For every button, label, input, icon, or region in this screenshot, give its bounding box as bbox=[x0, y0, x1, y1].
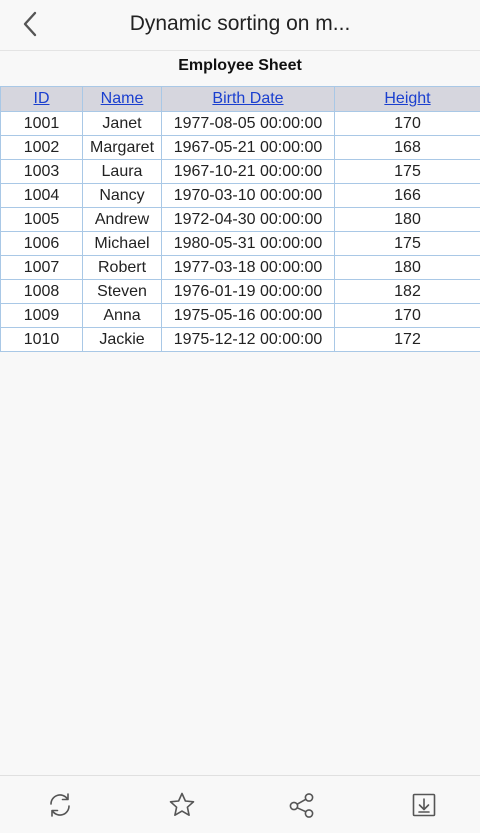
cell-birth-date: 1976-01-19 00:00:00 bbox=[162, 280, 335, 304]
favorite-button[interactable] bbox=[167, 790, 197, 820]
cell-height: 182 bbox=[335, 280, 480, 304]
employee-table: ID Name Birth Date Height 1001 Janet 197… bbox=[0, 86, 480, 352]
cell-name: Andrew bbox=[83, 208, 162, 232]
cell-birth-date: 1980-05-31 00:00:00 bbox=[162, 232, 335, 256]
cell-height: 172 bbox=[335, 328, 480, 352]
cell-birth-date: 1977-03-18 00:00:00 bbox=[162, 256, 335, 280]
table-header-row: ID Name Birth Date Height bbox=[1, 87, 480, 112]
cell-name: Margaret bbox=[83, 136, 162, 160]
cell-height: 175 bbox=[335, 232, 480, 256]
cell-height: 168 bbox=[335, 136, 480, 160]
cell-name: Anna bbox=[83, 304, 162, 328]
table-row: 1008 Steven 1976-01-19 00:00:00 182 bbox=[1, 280, 480, 304]
column-header-name: Name bbox=[83, 87, 162, 112]
sort-height-link[interactable]: Height bbox=[384, 90, 430, 107]
table-row: 1004 Nancy 1970-03-10 00:00:00 166 bbox=[1, 184, 480, 208]
download-icon bbox=[410, 791, 438, 819]
table-row: 1006 Michael 1980-05-31 00:00:00 175 bbox=[1, 232, 480, 256]
cell-name: Janet bbox=[83, 112, 162, 136]
refresh-icon bbox=[46, 791, 74, 819]
cell-name: Steven bbox=[83, 280, 162, 304]
cell-id: 1010 bbox=[1, 328, 83, 352]
cell-id: 1003 bbox=[1, 160, 83, 184]
column-header-id: ID bbox=[1, 87, 83, 112]
bottom-toolbar bbox=[0, 775, 480, 833]
cell-height: 175 bbox=[335, 160, 480, 184]
cell-id: 1006 bbox=[1, 232, 83, 256]
cell-height: 180 bbox=[335, 208, 480, 232]
cell-birth-date: 1977-08-05 00:00:00 bbox=[162, 112, 335, 136]
cell-birth-date: 1975-12-12 00:00:00 bbox=[162, 328, 335, 352]
cell-id: 1008 bbox=[1, 280, 83, 304]
share-icon bbox=[288, 791, 316, 819]
cell-height: 180 bbox=[335, 256, 480, 280]
cell-id: 1009 bbox=[1, 304, 83, 328]
chevron-left-icon bbox=[22, 11, 38, 37]
cell-height: 170 bbox=[335, 304, 480, 328]
table-row: 1002 Margaret 1967-05-21 00:00:00 168 bbox=[1, 136, 480, 160]
table-row: 1003 Laura 1967-10-21 00:00:00 175 bbox=[1, 160, 480, 184]
nav-bar: Dynamic sorting on m... bbox=[0, 0, 480, 51]
cell-name: Michael bbox=[83, 232, 162, 256]
cell-name: Nancy bbox=[83, 184, 162, 208]
table-row: 1001 Janet 1977-08-05 00:00:00 170 bbox=[1, 112, 480, 136]
cell-id: 1005 bbox=[1, 208, 83, 232]
cell-id: 1004 bbox=[1, 184, 83, 208]
sort-name-link[interactable]: Name bbox=[101, 90, 144, 107]
cell-name: Jackie bbox=[83, 328, 162, 352]
back-button[interactable] bbox=[14, 8, 46, 40]
star-icon bbox=[168, 791, 196, 819]
column-header-height: Height bbox=[335, 87, 480, 112]
table-row: 1010 Jackie 1975-12-12 00:00:00 172 bbox=[1, 328, 480, 352]
sort-id-link[interactable]: ID bbox=[34, 90, 50, 107]
refresh-button[interactable] bbox=[45, 790, 75, 820]
sheet-title: Employee Sheet bbox=[0, 57, 480, 75]
cell-birth-date: 1970-03-10 00:00:00 bbox=[162, 184, 335, 208]
cell-height: 170 bbox=[335, 112, 480, 136]
cell-id: 1007 bbox=[1, 256, 83, 280]
cell-birth-date: 1975-05-16 00:00:00 bbox=[162, 304, 335, 328]
table-row: 1009 Anna 1975-05-16 00:00:00 170 bbox=[1, 304, 480, 328]
cell-birth-date: 1972-04-30 00:00:00 bbox=[162, 208, 335, 232]
cell-name: Robert bbox=[83, 256, 162, 280]
cell-birth-date: 1967-05-21 00:00:00 bbox=[162, 136, 335, 160]
download-button[interactable] bbox=[409, 790, 439, 820]
cell-id: 1002 bbox=[1, 136, 83, 160]
page-title: Dynamic sorting on m... bbox=[60, 0, 420, 48]
cell-id: 1001 bbox=[1, 112, 83, 136]
sort-birth-date-link[interactable]: Birth Date bbox=[212, 90, 283, 107]
table-row: 1005 Andrew 1972-04-30 00:00:00 180 bbox=[1, 208, 480, 232]
table-row: 1007 Robert 1977-03-18 00:00:00 180 bbox=[1, 256, 480, 280]
cell-birth-date: 1967-10-21 00:00:00 bbox=[162, 160, 335, 184]
column-header-birth-date: Birth Date bbox=[162, 87, 335, 112]
cell-height: 166 bbox=[335, 184, 480, 208]
cell-name: Laura bbox=[83, 160, 162, 184]
share-button[interactable] bbox=[287, 790, 317, 820]
